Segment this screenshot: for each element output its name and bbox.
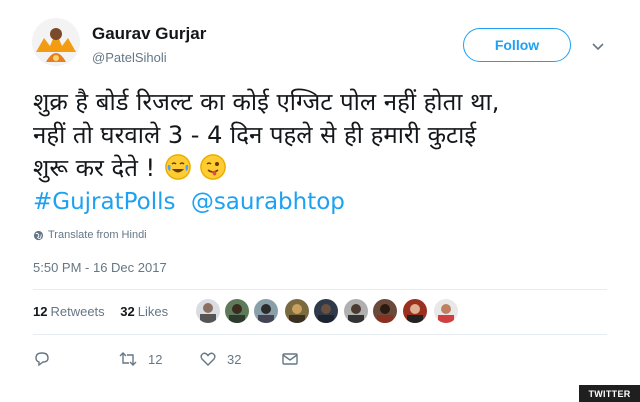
tweet-links: #GujratPolls @saurabhtop <box>33 189 353 215</box>
likes-count[interactable]: 32 <box>120 304 134 319</box>
face-with-tears-of-joy-icon <box>164 154 191 180</box>
user-handle[interactable]: @PatelSiholi <box>92 50 167 65</box>
liker-avatar[interactable] <box>196 299 220 323</box>
liker-avatar[interactable] <box>434 299 458 323</box>
tweet-line-1: शुक्र है बोर्ड रिजल्ट का कोई एग्जिट पोल … <box>33 88 500 116</box>
translate-link[interactable]: Translate from Hindi <box>33 229 147 241</box>
retweets-count[interactable]: 12 <box>33 304 47 319</box>
like-button[interactable]: 32 <box>199 350 241 368</box>
avatar[interactable] <box>32 18 80 66</box>
liker-avatar[interactable] <box>314 299 338 323</box>
user-name[interactable]: Gaurav Gurjar <box>92 24 206 44</box>
retweet-icon <box>119 352 137 366</box>
envelope-icon <box>282 353 298 365</box>
translate-label[interactable]: Translate from Hindi <box>48 229 147 241</box>
liker-avatar[interactable] <box>225 299 249 323</box>
reply-button[interactable] <box>33 350 51 371</box>
tweet-line-3: शुरू कर देते ! <box>33 154 156 182</box>
liker-avatar[interactable] <box>285 299 309 323</box>
timestamp[interactable]: 5:50 PM - 16 Dec 2017 <box>33 260 167 275</box>
hashtag-link[interactable]: #GujratPolls <box>33 189 176 215</box>
chevron-down-icon[interactable] <box>590 38 606 54</box>
liker-avatar[interactable] <box>344 299 368 323</box>
source-badge: TWITTER <box>579 385 640 402</box>
tweet-text: शुक्र है बोर्ड रिजल्ट का कोई एग्जिट पोल … <box>33 86 613 185</box>
reply-icon <box>35 352 49 367</box>
globe-icon <box>33 230 44 240</box>
likes-label[interactable]: Likes <box>138 304 168 319</box>
divider <box>33 334 607 335</box>
tweet-line-2: नहीं तो घरवाले 3 - 4 दिन पहले से ही हमार… <box>33 121 477 149</box>
retweet-count: 12 <box>148 351 163 367</box>
retweets-label[interactable]: Retweets <box>50 304 104 319</box>
liker-avatar[interactable] <box>373 299 397 323</box>
liker-avatar[interactable] <box>403 299 427 323</box>
mention-link[interactable]: @saurabhtop <box>191 189 345 215</box>
heart-icon <box>200 352 216 366</box>
follow-button[interactable]: Follow <box>463 28 571 62</box>
like-count: 32 <box>227 351 242 367</box>
retweet-button[interactable]: 12 <box>118 350 162 368</box>
liker-avatar[interactable] <box>254 299 278 323</box>
direct-message-button[interactable] <box>281 350 299 371</box>
divider <box>33 289 607 290</box>
tweet-stats: 12 Retweets 32 Likes <box>33 304 168 319</box>
winking-face-with-tongue-icon <box>200 154 227 180</box>
